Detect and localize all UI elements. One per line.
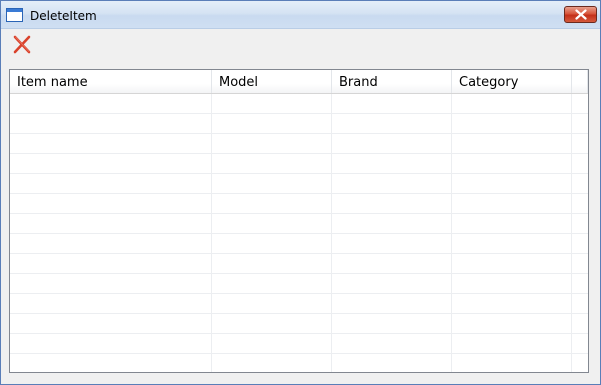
table-row[interactable] (10, 254, 588, 274)
window-icon (6, 8, 23, 22)
table-row[interactable] (10, 114, 588, 134)
title-bar[interactable]: DeleteItem (1, 1, 600, 29)
table-body[interactable] (10, 94, 588, 372)
table-row[interactable] (10, 134, 588, 154)
table-row[interactable] (10, 214, 588, 234)
items-table[interactable]: Item name Model Brand Category (9, 69, 589, 373)
column-divider (331, 94, 332, 372)
column-header-model[interactable]: Model (212, 70, 332, 93)
delete-button[interactable] (10, 33, 34, 57)
table-row[interactable] (10, 234, 588, 254)
column-header-item-name[interactable]: Item name (10, 70, 212, 93)
close-icon (575, 9, 587, 20)
column-header-category[interactable]: Category (452, 70, 572, 93)
column-header-filler (572, 70, 588, 93)
table-row[interactable] (10, 354, 588, 372)
table-row[interactable] (10, 94, 588, 114)
table-row[interactable] (10, 194, 588, 214)
table-row[interactable] (10, 314, 588, 334)
red-x-delete-icon (13, 35, 31, 54)
table-header: Item name Model Brand Category (10, 70, 588, 94)
table-row[interactable] (10, 174, 588, 194)
close-button[interactable] (564, 6, 597, 23)
table-row[interactable] (10, 294, 588, 314)
window-title: DeleteItem (30, 9, 97, 23)
table-row[interactable] (10, 334, 588, 354)
column-header-brand[interactable]: Brand (332, 70, 452, 93)
column-divider (571, 94, 572, 372)
toolbar (1, 29, 600, 63)
column-divider (211, 94, 212, 372)
table-row[interactable] (10, 154, 588, 174)
delete-item-window: DeleteItem Item name Model Brand Categor… (0, 0, 601, 385)
table-row[interactable] (10, 274, 588, 294)
column-divider (451, 94, 452, 372)
